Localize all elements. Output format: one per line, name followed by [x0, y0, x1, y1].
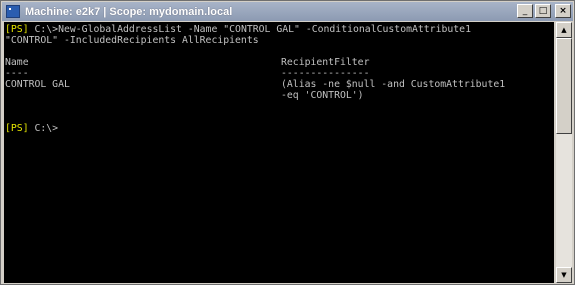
minimize-button[interactable]: _	[517, 4, 533, 18]
scroll-up-button[interactable]: ▲	[556, 22, 572, 38]
window-title: Machine: e2k7 | Scope: mydomain.local	[25, 5, 233, 18]
table-row: CONTROL GAL (Alias -ne $null -and CustomA…	[5, 79, 554, 90]
row-filter-line-2: -eq 'CONTROL')	[281, 90, 364, 101]
console-output[interactable]: [PS] C:\>New-GlobalAddressList -Name "CO…	[4, 22, 554, 283]
table-underline-row: ---- ---------------	[5, 68, 554, 79]
window-controls: _ □ ×	[517, 4, 571, 18]
command-text-2: "CONTROL" -IncludedRecipients AllRecipie…	[5, 35, 259, 46]
final-prompt-label: [PS]	[5, 123, 29, 134]
table-row-continuation: -eq 'CONTROL')	[5, 90, 554, 101]
command-line-1: [PS] C:\>New-GlobalAddressList -Name "CO…	[5, 24, 554, 35]
final-prompt-path: C:\>	[28, 123, 59, 134]
command-text-1: New-GlobalAddressList -Name "CONTROL GAL…	[58, 24, 471, 35]
powershell-icon	[6, 5, 20, 18]
scroll-down-button[interactable]: ▼	[556, 267, 572, 283]
row-filter-line-1: (Alias -ne $null -and CustomAttribute1	[281, 79, 506, 90]
row-name: CONTROL GAL	[5, 79, 70, 90]
console-window: Machine: e2k7 | Scope: mydomain.local _ …	[0, 0, 575, 285]
vertical-scrollbar[interactable]: ▲ ▼	[556, 22, 572, 283]
maximize-button[interactable]: □	[535, 4, 551, 18]
prompt-path: C:\>	[28, 24, 59, 35]
command-line-2: "CONTROL" -IncludedRecipients AllRecipie…	[5, 35, 554, 46]
close-button[interactable]: ×	[555, 4, 571, 18]
header-name: Name	[5, 57, 29, 68]
underline-name: ----	[5, 68, 29, 79]
underline-recipient-filter: ---------------	[281, 68, 370, 79]
final-prompt-line: [PS] C:\>	[5, 123, 554, 134]
title-bar[interactable]: Machine: e2k7 | Scope: mydomain.local _ …	[2, 2, 573, 21]
scroll-thumb[interactable]	[556, 38, 572, 134]
prompt-label: [PS]	[5, 24, 29, 35]
header-recipient-filter: RecipientFilter	[281, 57, 370, 68]
table-header-row: Name RecipientFilter	[5, 57, 554, 68]
